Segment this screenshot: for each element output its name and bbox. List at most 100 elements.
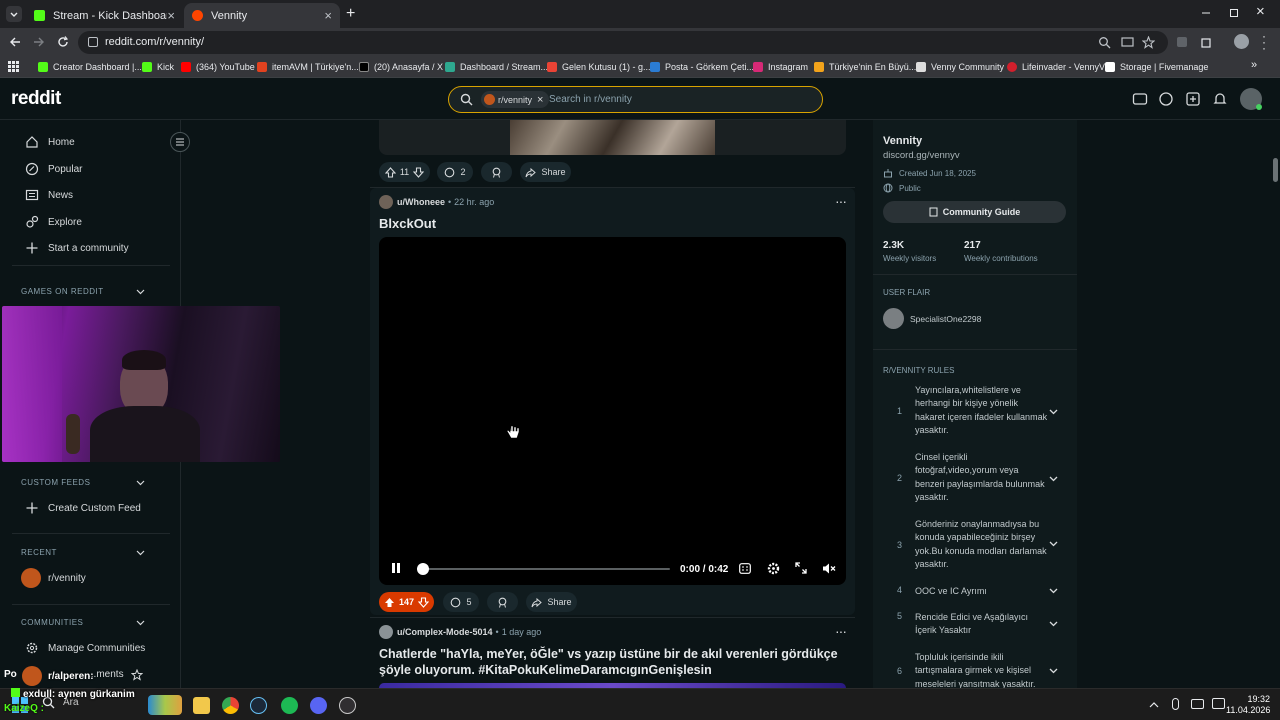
post-menu-icon[interactable]: ···	[835, 193, 847, 209]
chevron-down-icon[interactable]	[136, 480, 145, 486]
create-post-icon[interactable]	[1185, 91, 1201, 107]
post-menu-icon[interactable]: ···	[835, 623, 847, 639]
video-player[interactable]: 0:00 / 0:42	[379, 237, 846, 585]
post-title[interactable]: Chatlerde "haYla, meYer, öĞle" vs yazıp …	[379, 646, 839, 678]
star-icon[interactable]	[1142, 36, 1155, 49]
nav-news[interactable]: News	[25, 187, 73, 203]
tab-vennity[interactable]: Vennity ×	[184, 3, 340, 28]
apps-grid-icon[interactable]	[8, 61, 19, 72]
pause-icon[interactable]	[390, 562, 402, 574]
bookmark-outlook[interactable]: Posta - Görkem Çeti...	[650, 60, 754, 74]
post-author[interactable]: u/Complex-Mode-5014	[397, 627, 493, 637]
display-icon[interactable]	[1191, 699, 1204, 709]
widget-thumbnail[interactable]	[148, 695, 182, 715]
video-seek-track[interactable]	[423, 568, 670, 570]
settings-gear-icon[interactable]	[767, 562, 780, 575]
reload-button[interactable]	[56, 35, 70, 49]
nav-explore[interactable]: Explore	[25, 214, 82, 230]
bookmark-x[interactable]: (20) Anasayfa / X	[359, 60, 443, 74]
avatar[interactable]	[1234, 34, 1249, 49]
communities-title[interactable]: COMMUNITIES	[21, 618, 83, 627]
upvote-icon[interactable]	[384, 166, 396, 178]
award-button[interactable]	[487, 592, 518, 612]
chat-icon[interactable]	[1158, 91, 1174, 107]
spotify-icon[interactable]	[281, 697, 298, 714]
rule-item[interactable]: 6 Topluluk içerisinde ikili tartışmalara…	[873, 651, 1077, 688]
mute-icon[interactable]	[822, 562, 836, 575]
search-bar[interactable]: r/vennity × Search in r/vennity	[448, 86, 823, 113]
chevron-down-icon[interactable]	[136, 289, 145, 295]
share-button[interactable]: Share	[520, 162, 571, 182]
comments-button[interactable]: 2	[437, 162, 473, 182]
scrollbar-thumb[interactable]	[1273, 158, 1278, 182]
rule-item[interactable]: 4 OOC ve IC Ayrımı	[873, 585, 1077, 601]
create-custom-feed-button[interactable]: Create Custom Feed	[25, 500, 141, 516]
obs-icon[interactable]	[339, 697, 356, 714]
recent-item-vennity[interactable]: r/vennity	[21, 568, 86, 588]
zoom-icon[interactable]	[1098, 36, 1111, 49]
vote-button-group[interactable]: 147	[379, 592, 434, 612]
extension-icon[interactable]	[1176, 36, 1188, 48]
maximize-button[interactable]	[1228, 6, 1240, 18]
close-window-button[interactable]: ×	[1256, 3, 1265, 20]
rule-item[interactable]: 1 Yayıncılara,whitelistlere ve herhangi …	[873, 384, 1077, 440]
chevron-down-icon[interactable]	[1049, 541, 1058, 547]
clock[interactable]: 19:32 11.04.2026	[1226, 694, 1270, 716]
bookmark-kick[interactable]: Kick	[142, 60, 174, 74]
rule-item[interactable]: 3 Gönderiniz onaylanmadıysa bu konuda ya…	[873, 518, 1077, 574]
puzzle-icon[interactable]	[1200, 36, 1212, 48]
video-seek-thumb[interactable]	[417, 563, 429, 575]
upvote-icon[interactable]	[384, 597, 395, 608]
bookmark-venny-community[interactable]: Venny Community	[916, 60, 1004, 74]
microphone-icon[interactable]	[1172, 698, 1179, 710]
forward-button[interactable]	[32, 35, 46, 49]
reddit-logo[interactable]: reddit	[11, 88, 61, 110]
bookmarks-overflow-icon[interactable]: »	[1251, 59, 1257, 71]
steam-icon[interactable]	[250, 697, 267, 714]
tab-kick-dashboard[interactable]: Stream - Kick Dashboard ×	[26, 3, 183, 28]
manage-communities-button[interactable]: Manage Communities	[25, 640, 145, 656]
post-title[interactable]: BlxckOut	[379, 216, 436, 231]
close-icon[interactable]: ×	[167, 8, 175, 23]
chevron-down-icon[interactable]	[1049, 588, 1058, 594]
award-button[interactable]	[481, 162, 512, 182]
discord-icon[interactable]	[310, 697, 327, 714]
community-guide-button[interactable]: Community Guide	[883, 201, 1066, 223]
menu-dots-icon[interactable]: · · ·	[1262, 30, 1266, 54]
fullscreen-icon[interactable]	[795, 562, 807, 574]
bookmark-creator-dashboard[interactable]: Creator Dashboard |...	[38, 60, 142, 74]
chevron-down-icon[interactable]	[1049, 476, 1058, 482]
chevron-down-icon[interactable]	[1049, 621, 1058, 627]
downvote-icon[interactable]	[413, 166, 425, 178]
sidebar-toggle-button[interactable]	[170, 132, 190, 152]
chevron-down-icon[interactable]	[1049, 668, 1058, 674]
author-avatar[interactable]	[379, 625, 393, 639]
advertise-icon[interactable]	[1132, 91, 1148, 107]
cast-icon[interactable]	[1121, 36, 1134, 49]
chevron-down-icon[interactable]	[1049, 409, 1058, 415]
bookmark-itemavm[interactable]: itemAVM | Türkiye'n...	[257, 60, 359, 74]
chip-close-icon[interactable]: ×	[537, 94, 543, 106]
vote-button-group[interactable]: 11	[379, 162, 430, 182]
share-button[interactable]: Share	[526, 592, 577, 612]
chevron-down-icon[interactable]	[136, 620, 145, 626]
chevron-down-icon[interactable]	[136, 550, 145, 556]
community-link[interactable]: discord.gg/vennyv	[883, 150, 960, 161]
bookmark-turkiye[interactable]: Türkiye'nin En Büyü...	[814, 60, 916, 74]
network-icon[interactable]	[1212, 698, 1225, 709]
author-avatar[interactable]	[379, 195, 393, 209]
back-button[interactable]	[8, 35, 22, 49]
recent-title[interactable]: RECENT	[21, 548, 57, 557]
page-scrollbar[interactable]	[1270, 120, 1280, 688]
post-author[interactable]: u/Whoneee	[397, 197, 445, 207]
bookmark-lifeinvader[interactable]: Lifeinvader - VennyV	[1007, 60, 1105, 74]
bookmark-gmail[interactable]: Gelen Kutusu (1) - g...	[547, 60, 651, 74]
nav-start-community[interactable]: Start a community	[25, 240, 129, 256]
games-section-title[interactable]: GAMES ON REDDIT	[21, 287, 104, 296]
file-explorer-icon[interactable]	[193, 697, 210, 714]
rule-item[interactable]: 2 Cinsel içerikli fotoğraf,video,yorum v…	[873, 451, 1077, 507]
minimize-button[interactable]	[1200, 6, 1212, 18]
nav-home[interactable]: Home	[25, 134, 75, 150]
close-icon[interactable]: ×	[324, 8, 332, 23]
url-field[interactable]: reddit.com/r/vennity/	[78, 31, 1168, 54]
